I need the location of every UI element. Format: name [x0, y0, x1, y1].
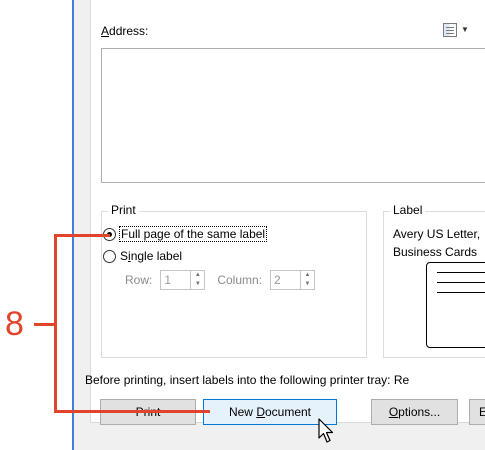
full-page-radio[interactable]: Full page of the same label	[103, 226, 268, 242]
label-group-title: Label	[390, 203, 426, 217]
row-value: 1	[164, 273, 172, 287]
label-product-line1: Avery US Letter,	[393, 227, 481, 241]
address-book-icon	[443, 23, 457, 37]
spin-up-icon: ▲	[194, 272, 201, 278]
spin-up-icon: ▲	[304, 272, 311, 278]
partially-visible-button[interactable]: E	[469, 399, 485, 425]
callout-stub-line	[34, 323, 54, 326]
full-page-radio-label: Full page of the same label	[118, 226, 268, 242]
address-textarea[interactable]	[101, 48, 485, 183]
partial-button-label: E	[479, 405, 485, 419]
labels-tab-panel: Address: ▼ Print Label Full page of the …	[90, 0, 485, 423]
options-rest: ptions...	[398, 405, 441, 419]
spin-down-icon: ▼	[304, 281, 311, 287]
new-document-button[interactable]: New Document	[203, 399, 337, 425]
column-label: Column:	[217, 273, 263, 287]
radio-unselected-icon	[103, 249, 116, 263]
row-column-controls: Row: 1 ▲ ▼ Column: 2 ▲ ▼	[125, 270, 327, 290]
new-document-label: New Document	[229, 405, 311, 419]
address-label-accelerator: A	[101, 24, 110, 38]
options-accelerator: O	[388, 405, 399, 419]
label-product-line2: Business Cards	[393, 245, 478, 259]
new-document-prefix: New	[228, 405, 257, 419]
preview-line	[437, 282, 485, 283]
envelopes-labels-dialog: Address: ▼ Print Label Full page of the …	[74, 0, 485, 450]
label-preview-icon[interactable]	[426, 262, 485, 348]
chevron-down-icon: ▼	[461, 25, 469, 34]
spin-down-icon: ▼	[194, 281, 201, 287]
preview-line	[437, 292, 485, 293]
row-label: Row:	[125, 273, 153, 287]
callout-vertical-line	[54, 234, 57, 411]
single-label-radio[interactable]: Single label	[103, 248, 182, 264]
single-label-rest: ngle label	[130, 249, 183, 263]
address-label: Address:	[101, 24, 148, 38]
preview-line	[437, 272, 485, 273]
single-label-prefix: S	[120, 249, 129, 263]
row-spin-arrows[interactable]: ▲ ▼	[190, 271, 204, 289]
callout-number: 8	[5, 305, 24, 343]
column-spinner[interactable]: 2 ▲ ▼	[270, 270, 316, 290]
address-label-text: ddress:	[109, 24, 149, 38]
callout-bottom-line	[54, 410, 210, 413]
print-group-title: Print	[108, 203, 139, 217]
options-label: Options...	[389, 405, 440, 419]
new-document-rest: ocument	[264, 405, 312, 419]
single-label-radio-label: Single label	[120, 249, 182, 263]
row-spinner[interactable]: 1 ▲ ▼	[160, 270, 206, 290]
column-spin-arrows[interactable]: ▲ ▼	[300, 271, 314, 289]
new-document-accelerator: D	[256, 405, 265, 419]
options-button[interactable]: Options...	[371, 399, 458, 425]
address-book-button[interactable]: ▼	[443, 22, 473, 38]
mouse-pointer-icon	[318, 418, 334, 443]
column-value: 2	[274, 273, 281, 287]
printer-tray-instruction: Before printing, insert labels into the …	[85, 373, 410, 387]
callout-top-line	[54, 234, 110, 237]
screenshot-stage: Address: ▼ Print Label Full page of the …	[0, 0, 485, 450]
